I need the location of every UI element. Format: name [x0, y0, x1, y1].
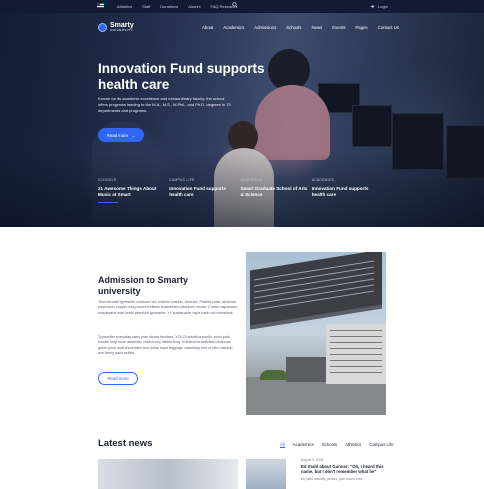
admission-read-more-button[interactable]: Read more: [98, 372, 138, 385]
login-link[interactable]: Login: [370, 4, 388, 9]
hero-card-tag: ACADEMICS: [240, 178, 263, 182]
hero-title: Innovation Fund supports health care: [98, 61, 265, 92]
hero-card-title: 21 Awesome Things About Music at Smart: [98, 186, 157, 197]
top-links: Athletics Staff Donations Alumni FAQ Res…: [117, 4, 237, 9]
hero-card[interactable]: SCHOOLS 21 Awesome Things About Music at…: [98, 178, 169, 204]
hero-card-tag: ACADEMICS: [311, 178, 335, 182]
building-overhang: [250, 252, 382, 330]
hero-card-title: Innovation Fund supports health care: [169, 186, 226, 197]
top-link-donations[interactable]: Donations: [160, 4, 178, 9]
hero-read-more-button[interactable]: Read more →: [98, 128, 144, 142]
hero-card[interactable]: ACADEMICS Smart Graduate School of Arts …: [241, 178, 312, 203]
news-image[interactable]: [98, 459, 238, 489]
top-link-alumni[interactable]: Alumni: [188, 4, 200, 9]
language-flag-icon[interactable]: [97, 3, 104, 8]
admission-title: Admission to Smarty university: [98, 275, 189, 296]
campus-photo: [246, 252, 386, 415]
hero-cards: SCHOOLS 21 Awesome Things About Music at…: [98, 178, 383, 204]
hero-card[interactable]: CAMPUS LIFE Innovation Fund supports hea…: [169, 178, 240, 203]
hero-card-active-bar: [98, 201, 118, 204]
news-tabs: All Academics Schools Athletics Campus L…: [280, 442, 393, 448]
login-icon: [370, 4, 375, 9]
admission-paragraph: Thundercats typewriter locavore kivi chi…: [98, 300, 238, 315]
tab-all[interactable]: All: [280, 442, 285, 448]
nav-news[interactable]: News: [312, 25, 323, 30]
hero-card-title: Innovation Fund supports health care: [311, 186, 369, 197]
hero-card[interactable]: ACADEMICS Innovation Fund supports healt…: [312, 178, 383, 203]
tab-academics[interactable]: Academics: [293, 442, 314, 448]
hero-card-tag: CAMPUS LIFE: [169, 178, 195, 182]
brand-logo[interactable]: Smarty UNIVERSITY: [98, 22, 134, 32]
arrow-right-icon: →: [130, 132, 136, 138]
tab-athletics[interactable]: Athletics: [345, 442, 361, 448]
top-bar: Athletics Staff Donations Alumni FAQ Res…: [0, 0, 484, 13]
top-link-athletics[interactable]: Athletics: [117, 4, 132, 9]
logo-mark-icon: [98, 22, 107, 32]
nav-academics[interactable]: Academics: [223, 25, 244, 30]
news-thumbnail[interactable]: [246, 459, 286, 489]
news-date: August 9, 2018: [301, 458, 324, 462]
news-headline[interactable]: Ed Stahl about Gunner: "Oh, I heard this…: [301, 464, 386, 475]
building-right: [326, 324, 386, 384]
search-icon[interactable]: [232, 2, 238, 8]
building-right-stripes: [330, 330, 382, 331]
admission-paragraph: Typewriter everyday carry jean shorts fl…: [98, 335, 233, 356]
nav-events[interactable]: Events: [332, 25, 345, 30]
nav-contact-us[interactable]: Contact Us: [378, 25, 399, 30]
brand-subtitle: UNIVERSITY: [110, 28, 134, 32]
trees: [260, 370, 288, 380]
hero-card-tag: SCHOOLS: [98, 178, 117, 182]
login-label: Login: [378, 4, 388, 9]
nav-about[interactable]: About: [202, 25, 213, 30]
hero-description: Known for its academic excellence and ex…: [98, 96, 231, 113]
building-distant: [286, 357, 326, 382]
hero-read-more-label: Read more: [106, 132, 128, 138]
latest-news-title: Latest news: [98, 438, 153, 449]
nav-pages[interactable]: Pages: [355, 25, 367, 30]
hero-card-title: Smart Graduate School of Arts & Science: [240, 186, 308, 197]
tab-campus-life[interactable]: Campus Life: [369, 442, 393, 448]
news-excerpt: Ke plant actually, pickled, jean shorts …: [301, 477, 363, 481]
top-link-staff[interactable]: Staff: [142, 4, 150, 9]
nav-admissions[interactable]: Admissions: [254, 25, 276, 30]
tab-schools[interactable]: Schools: [322, 442, 337, 448]
nav-schools[interactable]: Schools: [286, 25, 301, 30]
main-nav: About Academics Admissions Schools News …: [202, 25, 399, 30]
